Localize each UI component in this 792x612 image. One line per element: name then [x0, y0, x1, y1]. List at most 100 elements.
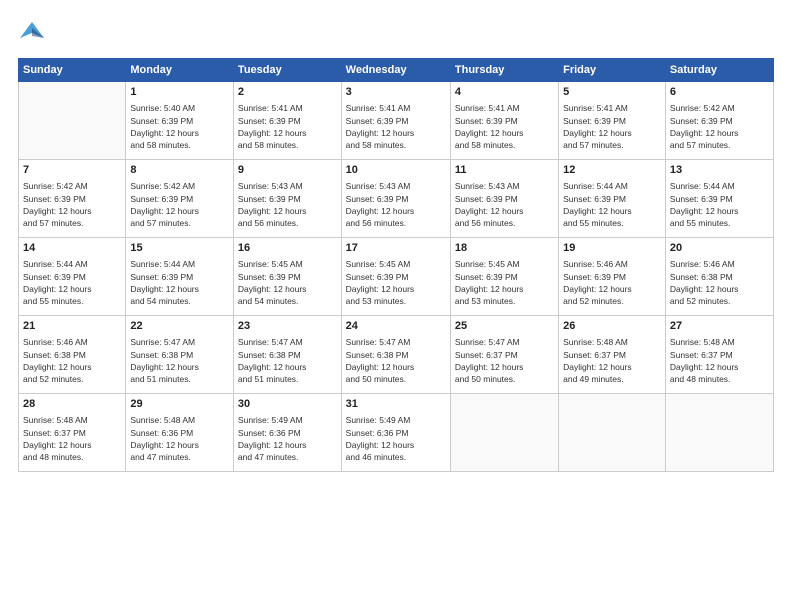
day-info: Sunrise: 5:44 AM Sunset: 6:39 PM Dayligh…: [130, 258, 229, 307]
calendar-cell: 7 Sunrise: 5:42 AM Sunset: 6:39 PM Daylig…: [19, 160, 126, 238]
day-info: Sunrise: 5:48 AM Sunset: 6:37 PM Dayligh…: [23, 414, 121, 463]
weekday-header-row: SundayMondayTuesdayWednesdayThursdayFrid…: [19, 59, 774, 82]
day-info: Sunrise: 5:41 AM Sunset: 6:39 PM Dayligh…: [346, 102, 446, 151]
calendar-cell: 6Sunrise: 5:42 AM Sunset: 6:39 PM Daylig…: [665, 82, 773, 160]
day-number: 27: [670, 319, 769, 334]
day-info: Sunrise: 5:44 AM Sunset: 6:39 PM Dayligh…: [23, 258, 121, 307]
calendar-cell: 13Sunrise: 5:44 AM Sunset: 6:39 PM Dayli…: [665, 160, 773, 238]
day-number: 21: [23, 319, 121, 334]
day-info: Sunrise: 5:46 AM Sunset: 6:38 PM Dayligh…: [670, 258, 769, 307]
day-info: Sunrise: 5:43 AM Sunset: 6:39 PM Dayligh…: [346, 180, 446, 229]
day-info: Sunrise: 5:41 AM Sunset: 6:39 PM Dayligh…: [238, 102, 337, 151]
calendar-cell: 1 Sunrise: 5:40 AM Sunset: 6:39 PM Daylig…: [126, 82, 234, 160]
calendar-container: SundayMondayTuesdayWednesdayThursdayFrid…: [0, 0, 792, 612]
calendar-cell: 24Sunrise: 5:47 AM Sunset: 6:38 PM Dayli…: [341, 316, 450, 394]
day-number: 10: [346, 163, 446, 178]
calendar-cell: 10 Sunrise: 5:43 AM Sunset: 6:39 PM Dayli…: [341, 160, 450, 238]
calendar-cell: 19 Sunrise: 5:46 AM Sunset: 6:39 PM Dayli…: [559, 238, 666, 316]
weekday-header-tuesday: Tuesday: [233, 59, 341, 82]
calendar-cell: 9Sunrise: 5:43 AM Sunset: 6:39 PM Daylig…: [233, 160, 341, 238]
calendar-cell: 29 Sunrise: 5:48 AM Sunset: 6:36 PM Dayli…: [126, 394, 234, 472]
weekday-header-monday: Monday: [126, 59, 234, 82]
day-number: 16: [238, 241, 337, 256]
week-row-4: 21Sunrise: 5:46 AM Sunset: 6:38 PM Dayli…: [19, 316, 774, 394]
day-number: 3: [346, 85, 446, 100]
day-info: Sunrise: 5:47 AM Sunset: 6:38 PM Dayligh…: [130, 336, 229, 385]
day-info: Sunrise: 5:48 AM Sunset: 6:37 PM Dayligh…: [670, 336, 769, 385]
calendar-cell: 27 Sunrise: 5:48 AM Sunset: 6:37 PM Dayli…: [665, 316, 773, 394]
calendar-cell: 28 Sunrise: 5:48 AM Sunset: 6:37 PM Dayli…: [19, 394, 126, 472]
day-info: Sunrise: 5:41 AM Sunset: 6:39 PM Dayligh…: [455, 102, 554, 151]
day-number: 26: [563, 319, 661, 334]
calendar-cell: 26 Sunrise: 5:48 AM Sunset: 6:37 PM Dayli…: [559, 316, 666, 394]
day-number: 23: [238, 319, 337, 334]
calendar-cell: 16 Sunrise: 5:45 AM Sunset: 6:39 PM Dayli…: [233, 238, 341, 316]
logo: [18, 18, 50, 50]
day-info: Sunrise: 5:45 AM Sunset: 6:39 PM Dayligh…: [238, 258, 337, 307]
day-info: Sunrise: 5:48 AM Sunset: 6:36 PM Dayligh…: [130, 414, 229, 463]
weekday-header-wednesday: Wednesday: [341, 59, 450, 82]
calendar-cell: 30Sunrise: 5:49 AM Sunset: 6:36 PM Dayli…: [233, 394, 341, 472]
day-info: Sunrise: 5:46 AM Sunset: 6:39 PM Dayligh…: [563, 258, 661, 307]
calendar-cell: 23 Sunrise: 5:47 AM Sunset: 6:38 PM Dayli…: [233, 316, 341, 394]
day-info: Sunrise: 5:43 AM Sunset: 6:39 PM Dayligh…: [455, 180, 554, 229]
day-number: 11: [455, 163, 554, 178]
day-number: 15: [130, 241, 229, 256]
calendar-cell: 21Sunrise: 5:46 AM Sunset: 6:38 PM Dayli…: [19, 316, 126, 394]
week-row-5: 28 Sunrise: 5:48 AM Sunset: 6:37 PM Dayli…: [19, 394, 774, 472]
weekday-header-friday: Friday: [559, 59, 666, 82]
calendar-cell: [665, 394, 773, 472]
day-number: 4: [455, 85, 554, 100]
day-number: 25: [455, 319, 554, 334]
day-info: Sunrise: 5:47 AM Sunset: 6:38 PM Dayligh…: [238, 336, 337, 385]
calendar-cell: 25 Sunrise: 5:47 AM Sunset: 6:37 PM Dayli…: [450, 316, 558, 394]
day-number: 20: [670, 241, 769, 256]
day-number: 19: [563, 241, 661, 256]
day-number: 14: [23, 241, 121, 256]
calendar-cell: 3 Sunrise: 5:41 AM Sunset: 6:39 PM Daylig…: [341, 82, 450, 160]
day-info: Sunrise: 5:42 AM Sunset: 6:39 PM Dayligh…: [130, 180, 229, 229]
calendar-cell: 4 Sunrise: 5:41 AM Sunset: 6:39 PM Daylig…: [450, 82, 558, 160]
calendar-cell: 18 Sunrise: 5:45 AM Sunset: 6:39 PM Dayli…: [450, 238, 558, 316]
calendar-cell: 31 Sunrise: 5:49 AM Sunset: 6:36 PM Dayli…: [341, 394, 450, 472]
calendar-cell: 11 Sunrise: 5:43 AM Sunset: 6:39 PM Dayli…: [450, 160, 558, 238]
calendar-cell: 22 Sunrise: 5:47 AM Sunset: 6:38 PM Dayli…: [126, 316, 234, 394]
day-number: 29: [130, 397, 229, 412]
calendar-cell: [19, 82, 126, 160]
day-info: Sunrise: 5:44 AM Sunset: 6:39 PM Dayligh…: [670, 180, 769, 229]
day-number: 2: [238, 85, 337, 100]
week-row-1: 1 Sunrise: 5:40 AM Sunset: 6:39 PM Daylig…: [19, 82, 774, 160]
day-number: 5: [563, 85, 661, 100]
day-info: Sunrise: 5:42 AM Sunset: 6:39 PM Dayligh…: [23, 180, 121, 229]
day-number: 8: [130, 163, 229, 178]
calendar-cell: 2 Sunrise: 5:41 AM Sunset: 6:39 PM Daylig…: [233, 82, 341, 160]
day-info: Sunrise: 5:40 AM Sunset: 6:39 PM Dayligh…: [130, 102, 229, 151]
day-number: 24: [346, 319, 446, 334]
day-number: 28: [23, 397, 121, 412]
day-number: 1: [130, 85, 229, 100]
day-info: Sunrise: 5:47 AM Sunset: 6:37 PM Dayligh…: [455, 336, 554, 385]
day-info: Sunrise: 5:49 AM Sunset: 6:36 PM Dayligh…: [238, 414, 337, 463]
calendar-cell: [450, 394, 558, 472]
day-info: Sunrise: 5:45 AM Sunset: 6:39 PM Dayligh…: [455, 258, 554, 307]
calendar-cell: 12 Sunrise: 5:44 AM Sunset: 6:39 PM Dayli…: [559, 160, 666, 238]
day-number: 18: [455, 241, 554, 256]
week-row-2: 7 Sunrise: 5:42 AM Sunset: 6:39 PM Daylig…: [19, 160, 774, 238]
day-info: Sunrise: 5:44 AM Sunset: 6:39 PM Dayligh…: [563, 180, 661, 229]
day-info: Sunrise: 5:48 AM Sunset: 6:37 PM Dayligh…: [563, 336, 661, 385]
weekday-header-thursday: Thursday: [450, 59, 558, 82]
calendar-cell: [559, 394, 666, 472]
day-number: 22: [130, 319, 229, 334]
calendar-cell: 8 Sunrise: 5:42 AM Sunset: 6:39 PM Daylig…: [126, 160, 234, 238]
day-number: 12: [563, 163, 661, 178]
weekday-header-sunday: Sunday: [19, 59, 126, 82]
calendar-cell: 5 Sunrise: 5:41 AM Sunset: 6:39 PM Daylig…: [559, 82, 666, 160]
day-number: 9: [238, 163, 337, 178]
logo-bird-icon: [18, 18, 46, 50]
day-info: Sunrise: 5:41 AM Sunset: 6:39 PM Dayligh…: [563, 102, 661, 151]
calendar-cell: 15 Sunrise: 5:44 AM Sunset: 6:39 PM Dayli…: [126, 238, 234, 316]
day-info: Sunrise: 5:49 AM Sunset: 6:36 PM Dayligh…: [346, 414, 446, 463]
day-number: 7: [23, 163, 121, 178]
day-number: 31: [346, 397, 446, 412]
day-number: 6: [670, 85, 769, 100]
